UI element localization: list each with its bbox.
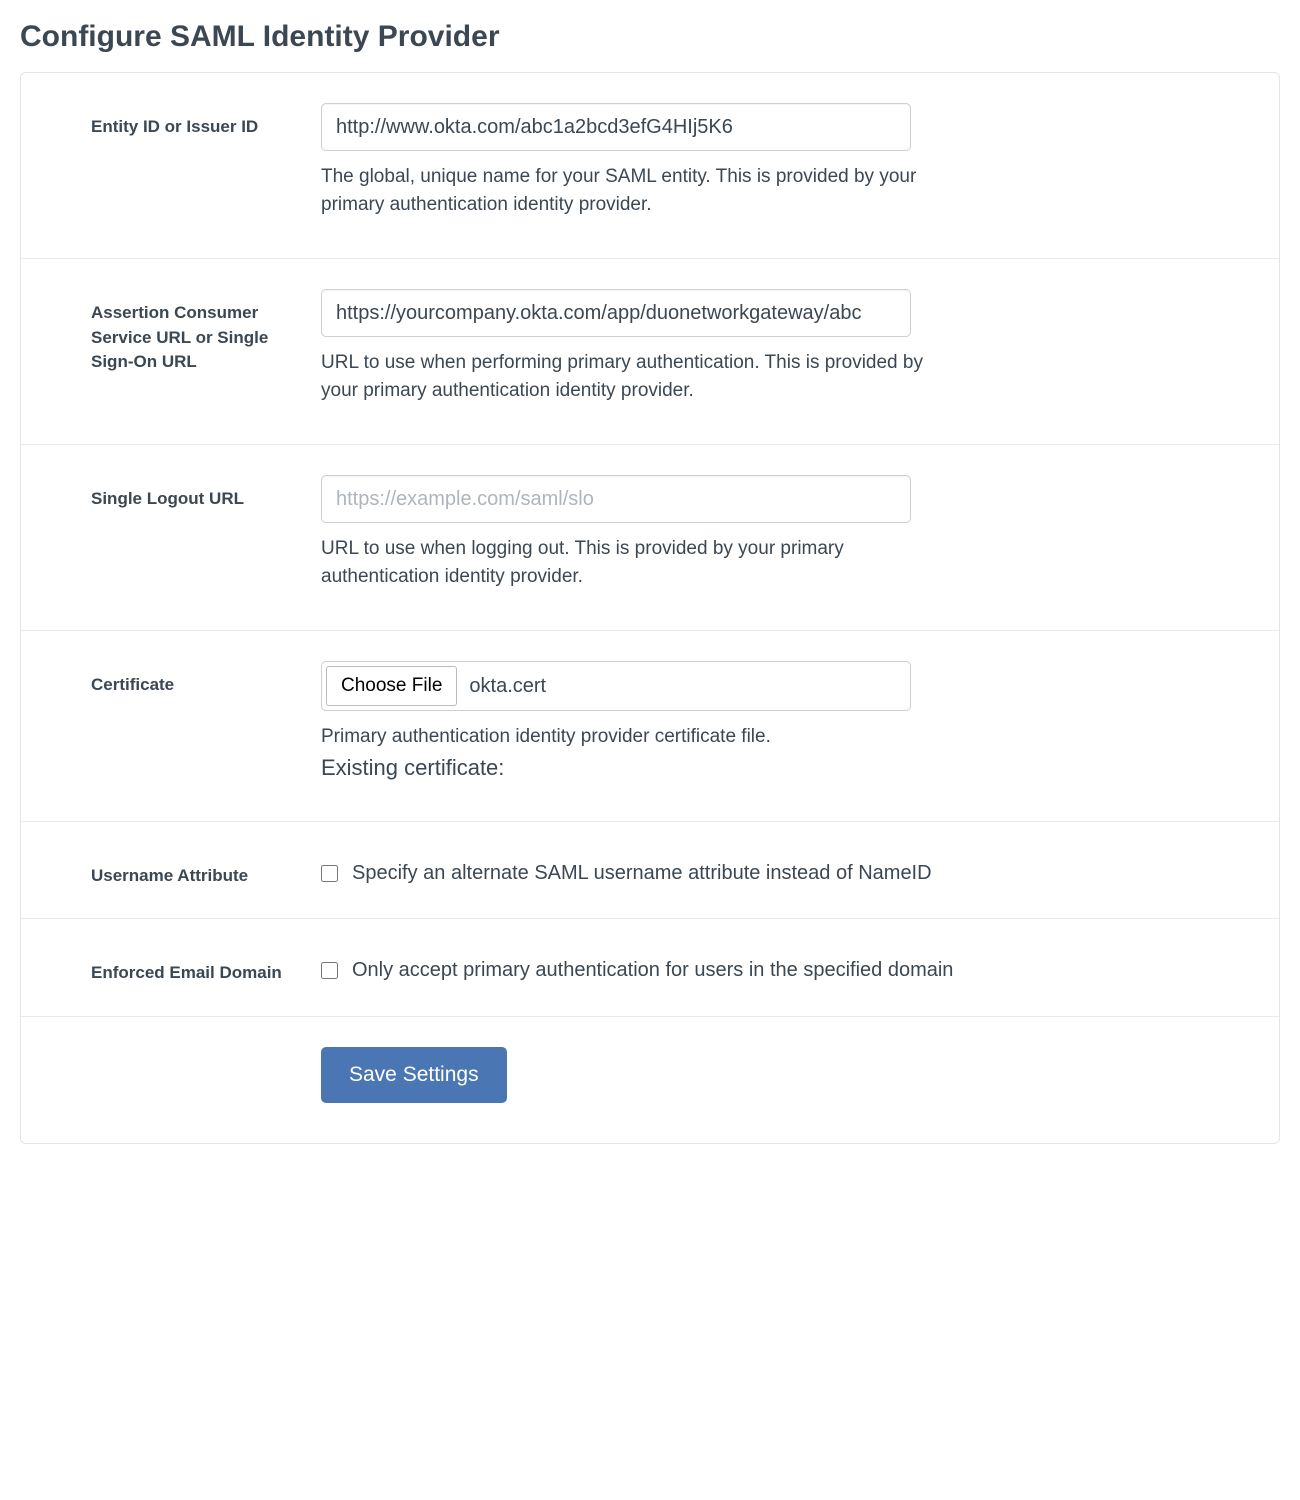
entity-id-input[interactable]: [321, 103, 911, 151]
help-acs-url: URL to use when performing primary authe…: [321, 349, 961, 404]
save-settings-button[interactable]: Save Settings: [321, 1047, 507, 1103]
username-attribute-checkbox[interactable]: [321, 865, 338, 882]
label-acs-url: Assertion Consumer Service URL or Single…: [91, 303, 268, 371]
row-username-attribute: Username Attribute Specify an alternate …: [21, 822, 1279, 920]
certificate-file-name: okta.cert: [469, 675, 546, 698]
row-actions: Save Settings: [21, 1017, 1279, 1143]
label-certificate: Certificate: [91, 675, 174, 694]
help-entity-id: The global, unique name for your SAML en…: [321, 163, 961, 218]
existing-certificate-label: Existing certificate:: [321, 755, 1209, 781]
help-certificate: Primary authentication identity provider…: [321, 723, 961, 751]
saml-config-panel: Entity ID or Issuer ID The global, uniqu…: [20, 72, 1280, 1144]
label-slo-url: Single Logout URL: [91, 489, 244, 508]
enforced-domain-checkbox[interactable]: [321, 962, 338, 979]
label-enforced-domain: Enforced Email Domain: [91, 963, 282, 982]
row-acs-url: Assertion Consumer Service URL or Single…: [21, 259, 1279, 445]
choose-file-button[interactable]: Choose File: [326, 666, 457, 706]
certificate-file-control[interactable]: Choose File okta.cert: [321, 661, 911, 711]
row-certificate: Certificate Choose File okta.cert Primar…: [21, 631, 1279, 822]
row-slo-url: Single Logout URL URL to use when loggin…: [21, 445, 1279, 631]
acs-url-input[interactable]: [321, 289, 911, 337]
row-enforced-domain: Enforced Email Domain Only accept primar…: [21, 919, 1279, 1017]
slo-url-input[interactable]: [321, 475, 911, 523]
page-title: Configure SAML Identity Provider: [20, 20, 1280, 54]
label-entity-id: Entity ID or Issuer ID: [91, 117, 258, 136]
username-attribute-checkbox-label: Specify an alternate SAML username attri…: [352, 862, 932, 885]
help-slo-url: URL to use when logging out. This is pro…: [321, 535, 961, 590]
row-entity-id: Entity ID or Issuer ID The global, uniqu…: [21, 73, 1279, 259]
label-username-attribute: Username Attribute: [91, 866, 248, 885]
enforced-domain-checkbox-label: Only accept primary authentication for u…: [352, 959, 953, 982]
